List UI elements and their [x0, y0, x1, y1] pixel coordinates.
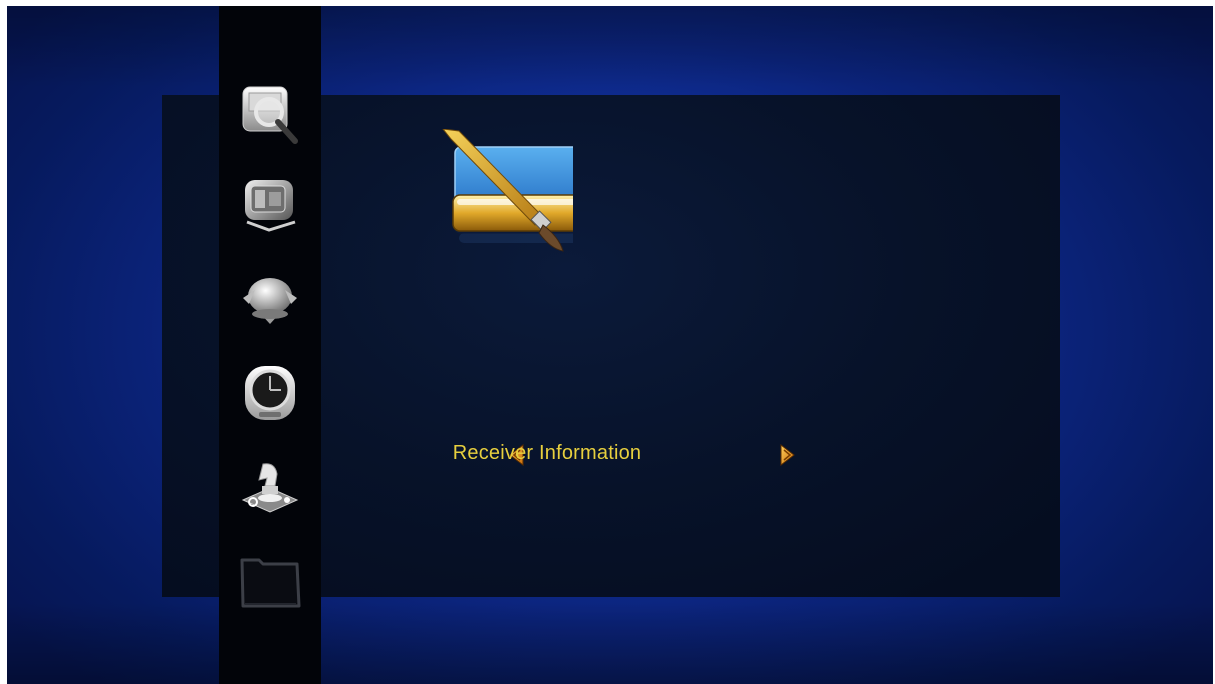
menu-item-label: Receiver Information [452, 442, 642, 464]
channel-search-icon[interactable] [239, 84, 301, 146]
menu-selector[interactable]: Receiver Information [347, 438, 795, 470]
folder-icon[interactable] [239, 552, 301, 614]
globe-network-icon[interactable] [239, 268, 301, 330]
sidebar-menu [219, 6, 321, 684]
arrow-right-icon[interactable] [777, 444, 797, 466]
tv-menu-screen: Receiver Information [7, 6, 1213, 684]
clock-time-icon[interactable] [239, 362, 301, 424]
chess-game-icon[interactable] [239, 456, 301, 518]
satellite-receiver-icon[interactable] [239, 172, 301, 234]
paintbrush-drive-icon [423, 128, 586, 269]
